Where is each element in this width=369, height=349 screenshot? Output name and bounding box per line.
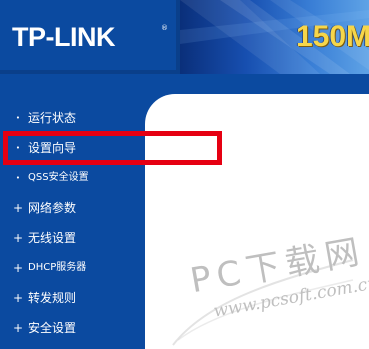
tp-link-logo: TP-LINK xyxy=(12,22,115,52)
expand-plus-icon: + xyxy=(13,291,24,305)
banner-speed-label: 150M xyxy=(296,20,369,53)
sidebar-item-qss-security[interactable]: • QSS安全设置 xyxy=(0,167,145,189)
header-bottom-strip xyxy=(0,74,369,94)
bullet-dot-icon: • xyxy=(15,114,21,122)
sidebar-item-dhcp-server[interactable]: + DHCP服务器 xyxy=(0,257,145,279)
highlight-annotation-box xyxy=(3,131,222,165)
expand-plus-icon: + xyxy=(13,321,24,335)
router-admin-page: TP-LINK ® 150M • 运行状态 • 设置向导 • QSS安全设置 +… xyxy=(0,0,369,349)
sidebar-item-label: DHCP服务器 xyxy=(28,262,87,273)
expand-plus-icon: + xyxy=(13,231,24,245)
header-logo-area: TP-LINK ® xyxy=(0,0,176,74)
sidebar-item-forwarding-rules[interactable]: + 转发规则 xyxy=(0,287,145,309)
sidebar-item-label: 无线设置 xyxy=(28,231,77,245)
sidebar-item-label: QSS安全设置 xyxy=(28,172,89,183)
bullet-dot-icon: • xyxy=(15,174,21,182)
sidebar-item-network-params[interactable]: + 网络参数 xyxy=(0,197,145,219)
header-banner: 150M xyxy=(180,0,369,74)
sidebar-item-security-settings[interactable]: + 安全设置 xyxy=(0,317,145,339)
sidebar-item-running-status[interactable]: • 运行状态 xyxy=(0,107,145,129)
sidebar-item-label: 网络参数 xyxy=(28,201,77,215)
expand-plus-icon: + xyxy=(13,201,24,215)
registered-mark: ® xyxy=(161,24,168,32)
sidebar-item-wireless-settings[interactable]: + 无线设置 xyxy=(0,227,145,249)
sidebar-item-label: 安全设置 xyxy=(28,321,77,335)
expand-plus-icon: + xyxy=(13,261,24,275)
sidebar-item-label: 转发规则 xyxy=(28,291,77,305)
sidebar-item-label: 运行状态 xyxy=(28,111,77,125)
